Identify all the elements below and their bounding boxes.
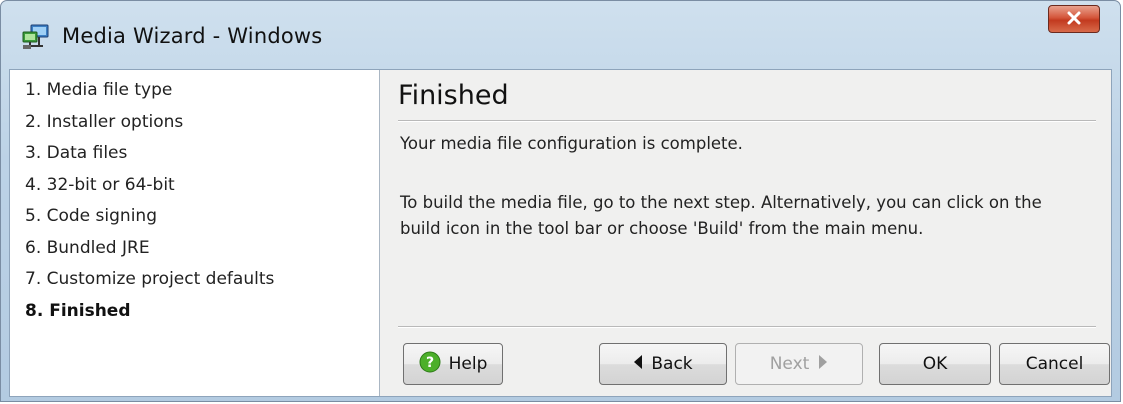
network-computer-icon [21,23,51,51]
next-button[interactable]: Next [735,343,863,385]
arrow-left-icon [633,354,643,375]
title-divider [398,120,1096,122]
button-divider [398,326,1096,328]
ok-button-label: OK [922,354,948,374]
sidebar-step-code-signing[interactable]: 5. Code signing [10,203,379,235]
completion-message: Your media file configuration is complet… [400,134,743,153]
arrow-right-icon [818,354,828,375]
next-button-label: Next [769,354,810,374]
ok-button[interactable]: OK [879,343,991,385]
cancel-button-label: Cancel [1025,354,1084,374]
help-button[interactable]: ? Help [403,343,503,385]
sidebar-step-finished[interactable]: 8. Finished [10,298,379,330]
close-button[interactable] [1048,5,1100,33]
sidebar-step-32-or-64-bit[interactable]: 4. 32-bit or 64-bit [10,172,379,204]
help-question-icon: ? [419,351,441,378]
sidebar-step-bundled-jre[interactable]: 6. Bundled JRE [10,235,379,267]
cancel-button[interactable]: Cancel [999,343,1110,385]
sidebar-step-media-file-type[interactable]: 1. Media file type [10,77,379,109]
sidebar-step-data-files[interactable]: 3. Data files [10,140,379,172]
close-icon [1066,10,1082,29]
svg-text:?: ? [426,355,434,371]
wizard-window: Media Wizard - Windows 1. Media file typ… [0,0,1121,402]
wizard-client-area: 1. Media file type 2. Installer options … [9,69,1112,397]
sidebar-step-installer-options[interactable]: 2. Installer options [10,109,379,141]
window-title: Media Wizard - Windows [62,24,323,48]
back-button-label: Back [651,354,693,374]
help-button-label: Help [448,354,488,374]
sidebar-step-customize-defaults[interactable]: 7. Customize project defaults [10,266,379,298]
title-bar[interactable]: Media Wizard - Windows [1,1,1120,69]
content-panel: Finished Your media file configuration i… [380,70,1111,396]
steps-sidebar: 1. Media file type 2. Installer options … [10,70,380,396]
back-button[interactable]: Back [599,343,727,385]
build-instructions: To build the media file, go to the next … [400,193,1042,238]
page-title: Finished [398,80,509,111]
